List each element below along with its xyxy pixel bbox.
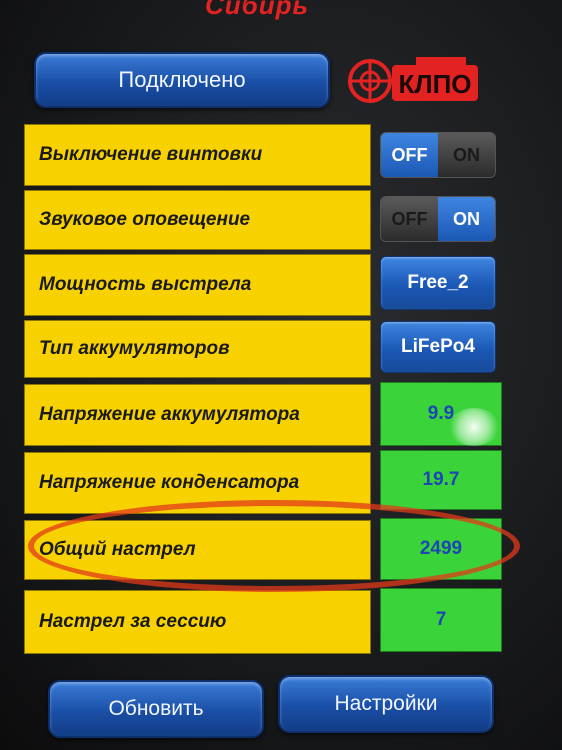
session-shots-value: 7 xyxy=(435,609,447,630)
battery-type-value: LiFePo4 xyxy=(401,336,475,357)
refresh-button-label: Обновить xyxy=(108,697,204,720)
shot-power-value: Free_2 xyxy=(407,272,469,293)
battery-voltage-label: Напряжение аккумулятора xyxy=(24,384,371,446)
rifle-shutdown-on-option[interactable]: ON xyxy=(438,133,495,177)
shot-power-button[interactable]: Free_2 xyxy=(380,256,496,310)
battery-type-button[interactable]: LiFePo4 xyxy=(380,321,496,373)
rifle-shutdown-toggle[interactable]: OFF ON xyxy=(380,132,496,178)
battery-voltage-value: 9.9 xyxy=(427,403,455,424)
sound-alert-label: Звуковое оповещение xyxy=(24,190,371,250)
app-title: Сибирь xyxy=(205,0,309,20)
klpo-logo: КЛПО xyxy=(348,57,478,103)
capacitor-voltage-value: 19.7 xyxy=(422,469,460,490)
sound-alert-toggle[interactable]: OFF ON xyxy=(380,196,496,242)
capacitor-voltage-readout: 19.7 xyxy=(380,450,502,510)
settings-button-label: Настройки xyxy=(334,692,438,715)
connection-status-label: Подключено xyxy=(118,67,246,92)
logo-text: КЛПО xyxy=(398,69,471,99)
settings-button[interactable]: Настройки xyxy=(278,675,494,733)
battery-voltage-text: Напряжение аккумулятора xyxy=(39,404,300,425)
sound-alert-text: Звуковое оповещение xyxy=(39,209,251,230)
battery-voltage-readout: 9.9 xyxy=(380,382,502,446)
total-shots-readout: 2499 xyxy=(380,518,502,580)
connection-status-button[interactable]: Подключено xyxy=(34,52,330,108)
shot-power-label: Мощность выстрела xyxy=(24,254,371,316)
total-shots-label: Общий настрел xyxy=(24,520,371,580)
battery-type-label: Тип аккумуляторов xyxy=(24,320,371,378)
sound-alert-on-option[interactable]: ON xyxy=(438,197,495,241)
sound-alert-off-option[interactable]: OFF xyxy=(381,197,438,241)
rifle-shutdown-off-option[interactable]: OFF xyxy=(381,133,438,177)
refresh-button[interactable]: Обновить xyxy=(48,680,264,738)
capacitor-voltage-label: Напряжение конденсатора xyxy=(24,452,371,514)
session-shots-label: Настрел за сессию xyxy=(24,590,371,654)
total-shots-text: Общий настрел xyxy=(39,539,196,560)
battery-type-text: Тип аккумуляторов xyxy=(39,338,230,359)
total-shots-value: 2499 xyxy=(419,538,463,559)
session-shots-readout: 7 xyxy=(380,588,502,652)
session-shots-text: Настрел за сессию xyxy=(39,611,227,632)
rifle-shutdown-label: Выключение винтовки xyxy=(24,124,371,186)
capacitor-voltage-text: Напряжение конденсатора xyxy=(39,472,300,493)
shot-power-text: Мощность выстрела xyxy=(39,274,252,295)
rifle-shutdown-text: Выключение винтовки xyxy=(39,144,263,165)
